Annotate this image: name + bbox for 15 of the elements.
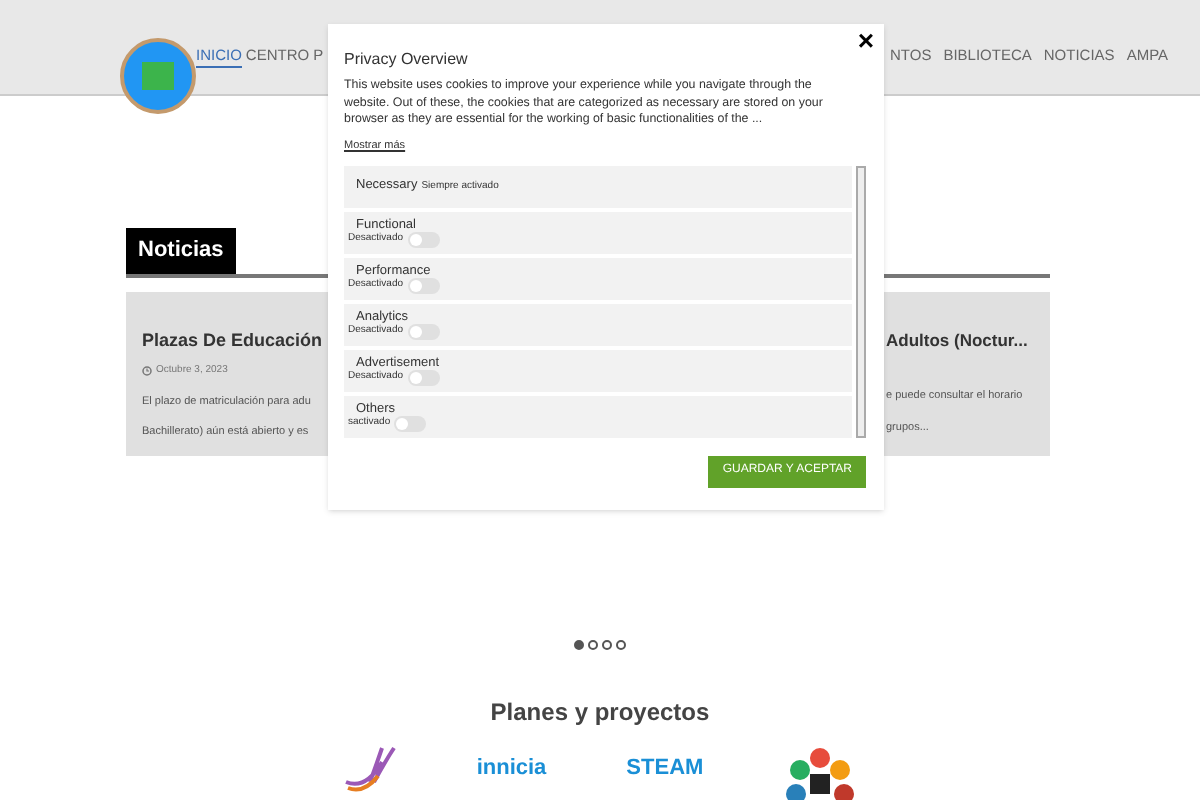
logo-wordmark: innicia — [476, 757, 547, 779]
toggle-switch[interactable] — [407, 231, 440, 248]
section-heading: Planes y proyectos — [490, 695, 710, 729]
news-title[interactable]: Adultos (Noctur... — [886, 327, 1046, 353]
clock-icon — [142, 366, 152, 377]
toggle-switch[interactable] — [407, 277, 440, 294]
close-button[interactable]: × — [857, 26, 874, 54]
section-heading: Noticias — [126, 228, 236, 273]
toggle-switch[interactable] — [407, 323, 440, 340]
toggle-switch[interactable] — [394, 415, 427, 432]
toggle-switch[interactable] — [407, 369, 440, 386]
modal-title: Privacy Overview — [344, 48, 470, 72]
logo-wordmark: STEAM — [626, 757, 704, 779]
news-title[interactable]: Plazas De Educación — [142, 327, 323, 354]
school-logo-icon — [120, 38, 196, 114]
